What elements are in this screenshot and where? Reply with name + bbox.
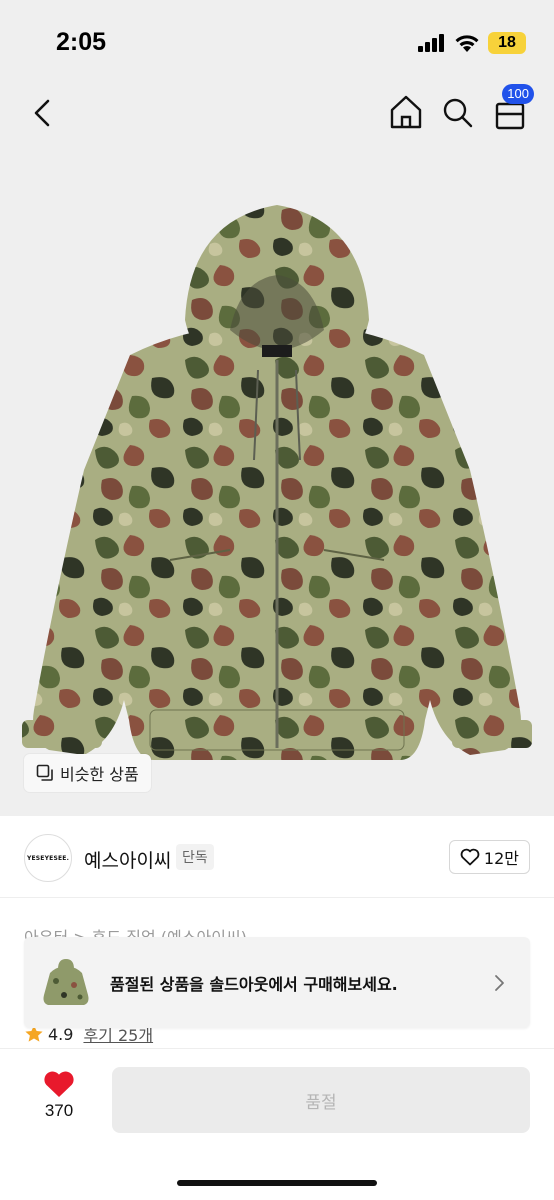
bottom-action-bar: 370 품절 (0, 1048, 554, 1200)
top-nav-actions: 100 (388, 84, 534, 132)
home-button[interactable] (388, 92, 424, 132)
brand-logo[interactable]: YESEYESEE. (24, 834, 72, 882)
home-indicator (177, 1180, 377, 1186)
exclusive-badge: 단독 (176, 844, 214, 870)
search-icon (443, 98, 473, 128)
cart-button[interactable]: 100 (492, 84, 534, 132)
heart-filled-icon (44, 1071, 74, 1097)
heart-outline-icon (460, 848, 480, 866)
status-bar: 2:05 18 (0, 0, 554, 80)
wishlist-count: 370 (44, 1101, 74, 1120)
home-icon (390, 95, 422, 129)
chevron-left-icon (34, 99, 50, 127)
brand-like-button[interactable]: 12만 (448, 840, 530, 874)
status-time: 2:05 (56, 28, 107, 56)
product-image (22, 205, 532, 760)
status-icons: 18 (418, 32, 526, 54)
back-button[interactable] (24, 95, 64, 131)
soldout-banner-text: 품절된 상품을 솔드아웃에서 구매해보세요. (110, 974, 398, 994)
search-button[interactable] (440, 92, 476, 132)
product-image-area[interactable]: 비슷한 상품 (0, 80, 554, 816)
brand-logo-text: YESEYESEE. (26, 854, 70, 862)
soldout-banner[interactable]: 품절된 상품을 솔드아웃에서 구매해보세요. (24, 937, 530, 1028)
banner-product-thumbnail (43, 958, 89, 1005)
cart-count-badge: 100 (502, 84, 534, 104)
chevron-right-icon (495, 974, 504, 991)
similar-products-button[interactable]: 비슷한 상품 (24, 754, 151, 792)
brand-name[interactable]: 예스아이씨 (84, 846, 171, 873)
signal-icon (418, 34, 444, 52)
brand-row[interactable]: YESEYESEE. 예스아이씨 단독 12만 (0, 826, 554, 898)
similar-icon (36, 764, 53, 781)
battery-indicator: 18 (488, 32, 526, 54)
wishlist-button[interactable]: 370 (26, 1069, 92, 1121)
similar-products-label: 비슷한 상품 (60, 765, 139, 784)
wifi-icon (455, 34, 479, 52)
brand-like-count: 12만 (483, 849, 519, 868)
soldout-button[interactable]: 품절 (112, 1067, 530, 1133)
